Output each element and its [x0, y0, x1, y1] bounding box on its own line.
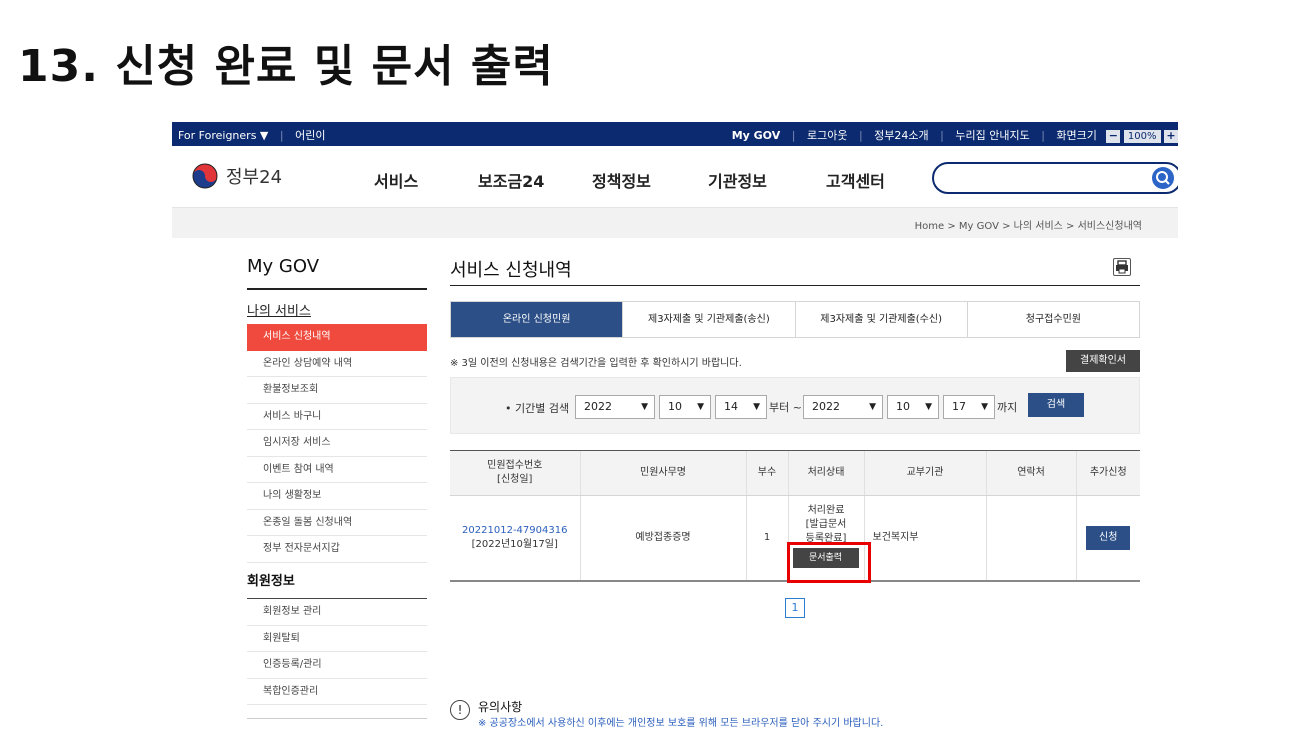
- sidebar-item-member-manage[interactable]: 회원정보 관리: [247, 599, 427, 626]
- utility-bar: For Foreigners ▼ | 어린이 My GOV | 로그아웃 | 정…: [172, 122, 1178, 146]
- caution-text: ※ 공공장소에서 사용하신 이후에는 개인정보 보호를 위해 모든 브라우저를 …: [478, 718, 884, 729]
- divider: [450, 285, 1140, 286]
- sidebar-item-withdraw[interactable]: 회원탈퇴: [247, 626, 427, 652]
- request-date: [2022년10월17일]: [471, 539, 558, 550]
- screenshot-frame: For Foreigners ▼ | 어린이 My GOV | 로그아웃 | 정…: [172, 122, 1178, 742]
- sidebar-item-doc-wallet[interactable]: 정부 전자문서지갑: [247, 536, 427, 563]
- copies: 1: [745, 495, 788, 582]
- taegeuk-icon: [192, 163, 218, 189]
- nav-customer-center[interactable]: 고객센터: [826, 168, 885, 192]
- payment-receipt-button[interactable]: 결제확인서: [1066, 350, 1140, 372]
- caution-title: 유의사항: [478, 700, 523, 714]
- mygov-link[interactable]: My GOV: [732, 129, 781, 142]
- divider: [247, 288, 427, 290]
- col-header-status: 처리상태: [787, 450, 864, 496]
- tab-claim[interactable]: 청구접수민원: [966, 302, 1139, 337]
- zoom-level: 100%: [1123, 129, 1161, 143]
- zoom-in-button[interactable]: +: [1164, 129, 1178, 143]
- chevron-down-icon: ▼: [869, 402, 876, 412]
- sidebar-item-temp-saved[interactable]: 임시저장 서비스: [247, 430, 427, 457]
- from-suffix: 부터 ~: [769, 401, 802, 414]
- nav-agency[interactable]: 기관정보: [708, 168, 767, 192]
- highlight-annotation: [787, 542, 871, 583]
- to-suffix: 까지: [997, 401, 1018, 414]
- sitemap-link[interactable]: 누리집 안내지도: [955, 129, 1029, 142]
- request-number-cell: 20221012-47904316 [2022년10월17일]: [450, 495, 580, 582]
- notice-text: ※ 3일 이전의 신청내용은 검색기간을 입력한 후 확인하시기 바랍니다.: [450, 358, 742, 369]
- for-foreigners-link[interactable]: For Foreigners ▼: [178, 129, 268, 142]
- page-button-1[interactable]: 1: [785, 598, 805, 618]
- sidebar-section-my-services[interactable]: 나의 서비스: [247, 300, 311, 319]
- sidebar-item-multi-auth[interactable]: 복합인증관리: [247, 679, 427, 705]
- sidebar-item-events[interactable]: 이벤트 참여 내역: [247, 457, 427, 483]
- screen-size-label: 화면크기: [1056, 129, 1097, 142]
- about-link[interactable]: 정부24소개: [874, 129, 928, 142]
- to-day-select[interactable]: 17 ▼: [943, 395, 995, 419]
- breadcrumb[interactable]: Home > My GOV > 나의 서비스 > 서비스신청내역: [915, 217, 1142, 232]
- print-icon[interactable]: [1113, 258, 1131, 276]
- sidebar-item-refund[interactable]: 환불정보조회: [247, 377, 427, 404]
- col-header-agency: 교부기관: [863, 450, 986, 496]
- breadcrumb-bar: Home > My GOV > 나의 서비스 > 서비스신청내역: [172, 208, 1178, 238]
- col-header-copies: 부수: [745, 450, 788, 496]
- logout-link[interactable]: 로그아웃: [807, 129, 847, 142]
- zoom-out-button[interactable]: −: [1106, 129, 1121, 143]
- sidebar-title: My GOV: [247, 256, 320, 277]
- to-year-select[interactable]: 2022 ▼: [803, 395, 883, 419]
- sidebar-section-member: 회원정보: [247, 574, 295, 589]
- period-search-panel: • 기간별 검색 2022 ▼ 10 ▼ 14 ▼ 부터 ~ 2022 ▼ 10 ▼ 17…: [450, 377, 1140, 434]
- apply-button[interactable]: 신청: [1086, 526, 1131, 550]
- chevron-down-icon: ▼: [697, 402, 704, 412]
- from-month-select[interactable]: 10 ▼: [659, 395, 711, 419]
- nav-subsidy[interactable]: 보조금24: [478, 168, 544, 192]
- search-icon[interactable]: [1152, 167, 1174, 189]
- request-tabs: 온라인 신청민원 제3자제출 및 기관제출(송신) 제3자제출 및 기관제출(수…: [450, 301, 1140, 338]
- nav-policy[interactable]: 정책정보: [592, 168, 651, 192]
- col-header-contact: 연락처: [985, 450, 1076, 496]
- service-name: 예방접종증명: [579, 495, 746, 582]
- chevron-down-icon: ▼: [641, 402, 648, 412]
- status-text: 처리완료 [발급문서 등록완료]: [805, 505, 847, 544]
- chevron-down-icon: ▼: [981, 402, 988, 412]
- sidebar-item-life-info[interactable]: 나의 생활정보: [247, 483, 427, 510]
- apply-cell: 신청: [1075, 495, 1140, 582]
- tab-third-party-send[interactable]: 제3자제출 및 기관제출(송신): [622, 302, 794, 337]
- kids-link[interactable]: 어린이: [295, 129, 325, 142]
- sidebar-menu-member: 회원정보 관리 회원탈퇴 인증등록/관리 복합인증관리: [247, 599, 427, 705]
- col-header-service: 민원사무명: [579, 450, 746, 496]
- col-header-number: 민원접수번호 [신청일]: [450, 450, 580, 496]
- logo-text: 정부24: [226, 167, 283, 188]
- contact: [985, 495, 1076, 582]
- chevron-down-icon: ▼: [925, 402, 932, 412]
- page-heading: 13. 신청 완료 및 문서 출력: [18, 41, 554, 92]
- sidebar-item-basket[interactable]: 서비스 바구니: [247, 404, 427, 430]
- tab-online[interactable]: 온라인 신청민원: [451, 302, 623, 337]
- from-day-select[interactable]: 14 ▼: [715, 395, 767, 419]
- sidebar-item-consultation[interactable]: 온라인 상담예약 내역: [247, 351, 427, 377]
- period-search-label: • 기간별 검색: [505, 402, 570, 415]
- sidebar-item-cert[interactable]: 인증등록/관리: [247, 652, 427, 679]
- tab-third-party-receive[interactable]: 제3자제출 및 기관제출(수신): [794, 302, 967, 337]
- sidebar-item-service-history[interactable]: 서비스 신청내역: [247, 324, 427, 351]
- nav-services[interactable]: 서비스: [374, 168, 418, 192]
- chevron-down-icon: ▼: [753, 402, 760, 412]
- issuing-agency: 보건복지부: [863, 495, 986, 582]
- sidebar-menu: 서비스 신청내역 온라인 상담예약 내역 환불정보조회 서비스 바구니 임시저장…: [247, 324, 427, 563]
- col-header-extra: 추가신청: [1075, 450, 1140, 496]
- page-title: 서비스 신청내역: [450, 260, 572, 281]
- divider: [247, 718, 427, 719]
- sidebar-item-childcare[interactable]: 온종일 돌봄 신청내역: [247, 510, 427, 536]
- to-month-select[interactable]: 10 ▼: [887, 395, 939, 419]
- search-button[interactable]: 검색: [1028, 393, 1084, 417]
- table-header-row: 민원접수번호 [신청일] 민원사무명 부수 처리상태 교부기관 연락처 추가신청: [450, 450, 1140, 496]
- gov24-logo[interactable]: 정부24: [192, 163, 282, 189]
- main-navbar: 정부24 서비스 보조금24 정책정보 기관정보 고객센터: [172, 146, 1178, 208]
- exclamation-icon: !: [450, 700, 470, 720]
- search-input[interactable]: [932, 162, 1178, 194]
- request-number-link[interactable]: 20221012-47904316: [450, 524, 580, 538]
- from-year-select[interactable]: 2022 ▼: [575, 395, 655, 419]
